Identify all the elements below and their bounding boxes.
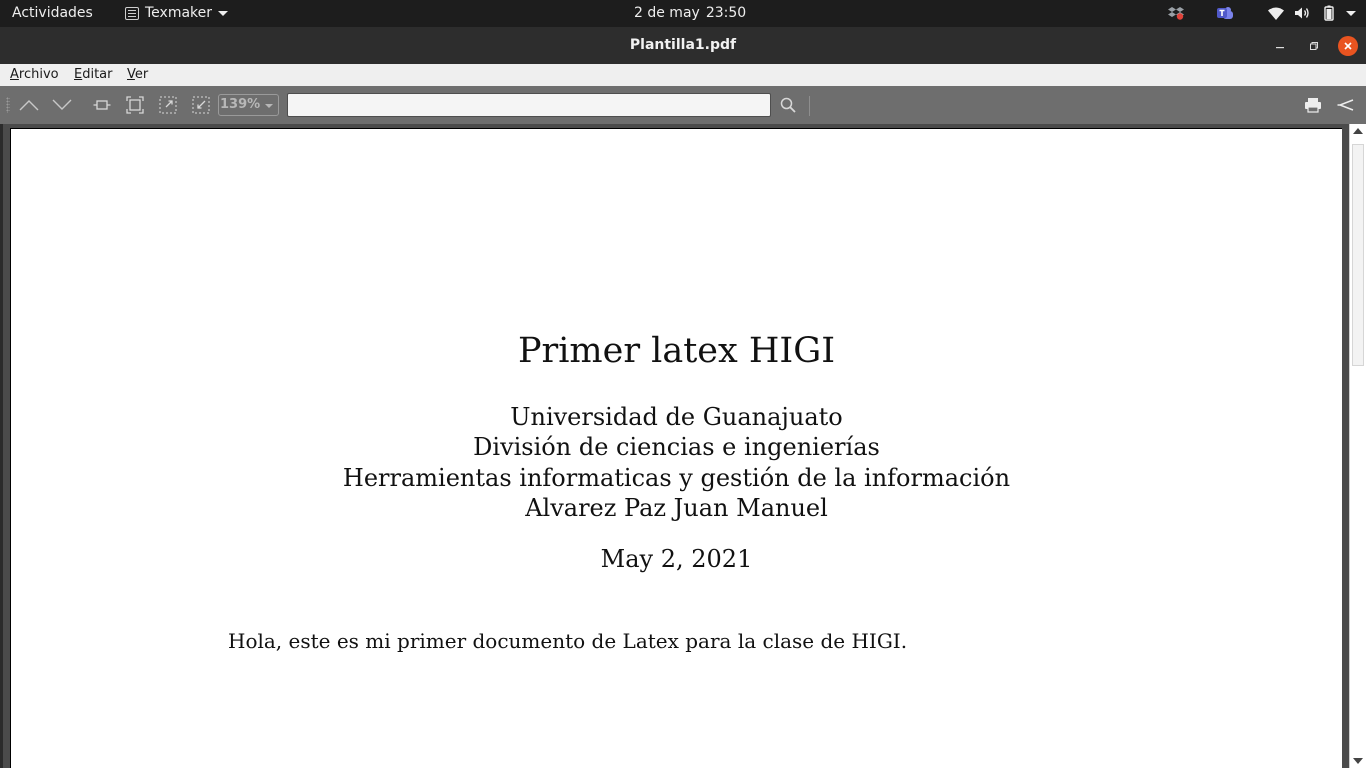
menu-ver[interactable]: Ver: [127, 67, 148, 82]
window-title: Plantilla1.pdf: [629, 37, 737, 53]
activities-button[interactable]: Actividades: [12, 5, 93, 21]
fit-width-button[interactable]: [91, 94, 113, 116]
zoom-out-button[interactable]: [190, 94, 212, 116]
menu-bar: Archivo Editar Ver: [0, 64, 1366, 86]
battery-icon[interactable]: [1322, 5, 1336, 21]
menu-editar[interactable]: Editar: [74, 67, 113, 82]
previous-page-button[interactable]: [18, 94, 40, 116]
external-viewer-button[interactable]: [1335, 94, 1357, 116]
search-icon: [780, 97, 796, 113]
search-button[interactable]: [777, 94, 799, 116]
maximize-button[interactable]: [1304, 36, 1324, 56]
fit-page-button[interactable]: [124, 94, 146, 116]
next-page-button[interactable]: [51, 94, 73, 116]
search-input[interactable]: [287, 93, 771, 117]
clock[interactable]: 2 de may 23:50: [634, 5, 746, 21]
external-viewer-icon: [1337, 99, 1354, 111]
document-author-line-1: Universidad de Guanajuato: [510, 403, 843, 431]
system-tray: [1168, 4, 1356, 22]
minimize-button[interactable]: [1270, 36, 1290, 56]
menu-archivo[interactable]: Archivo: [10, 67, 59, 82]
wifi-icon[interactable]: [1268, 7, 1284, 20]
next-page-icon: [52, 99, 72, 110]
scrollbar-thumb[interactable]: [1352, 144, 1364, 366]
texmaker-app-icon: [125, 6, 139, 20]
clock-time: 23:50: [705, 5, 747, 21]
zoom-out-icon: [192, 96, 210, 114]
document-title: Primer latex HIGI: [517, 331, 836, 371]
viewport-left-edge: [0, 124, 3, 768]
menu-editar-label: Editar: [74, 67, 113, 82]
document-author-line-2: División de ciencias e ingenierías: [473, 433, 880, 461]
chevron-down-icon: [265, 104, 273, 108]
previous-page-icon: [19, 100, 39, 111]
document-date: May 2, 2021: [600, 545, 753, 573]
minimize-icon: [1276, 47, 1284, 49]
close-icon: [1344, 42, 1352, 50]
zoom-value: 139%: [220, 97, 261, 112]
toolbar-grip-handle[interactable]: [6, 97, 10, 113]
volume-icon[interactable]: [1294, 6, 1310, 20]
fit-page-icon: [126, 96, 144, 114]
app-menu-label: Texmaker: [145, 5, 213, 21]
zoom-combobox[interactable]: 139%: [218, 94, 279, 116]
toolbar-separator: [809, 96, 810, 116]
window-title-bar[interactable]: Plantilla1.pdf: [0, 27, 1366, 64]
pdf-page: Primer latex HIGI Universidad de Guanaju…: [10, 128, 1342, 768]
scroll-up-arrow-icon[interactable]: [1353, 128, 1363, 134]
fit-width-icon: [93, 100, 111, 110]
close-button[interactable]: [1338, 36, 1358, 56]
zoom-in-button[interactable]: [157, 94, 179, 116]
document-author-line-3: Herramientas informaticas y gestión de l…: [342, 464, 1011, 492]
teams-icon[interactable]: [1216, 5, 1234, 21]
dropbox-icon[interactable]: [1168, 6, 1184, 20]
menu-archivo-label: Archivo: [10, 67, 59, 82]
print-icon: [1305, 98, 1321, 113]
gnome-top-bar: Actividades Texmaker 2 de may 23:50: [0, 0, 1366, 27]
system-menu-caret-icon[interactable]: [1346, 10, 1356, 16]
clock-date: 2 de may: [634, 5, 700, 21]
print-button[interactable]: [1302, 94, 1324, 116]
app-menu[interactable]: Texmaker: [125, 5, 229, 21]
restore-icon: [1310, 42, 1318, 50]
scroll-down-arrow-icon[interactable]: [1353, 758, 1363, 764]
zoom-in-icon: [159, 96, 177, 114]
vertical-scrollbar[interactable]: [1349, 124, 1366, 768]
menu-ver-label: Ver: [127, 67, 149, 82]
document-body-text: Hola, este es mi primer documento de Lat…: [228, 629, 908, 653]
chevron-down-icon: [218, 10, 229, 16]
document-author-line-4: Alvarez Paz Juan Manuel: [525, 494, 828, 522]
